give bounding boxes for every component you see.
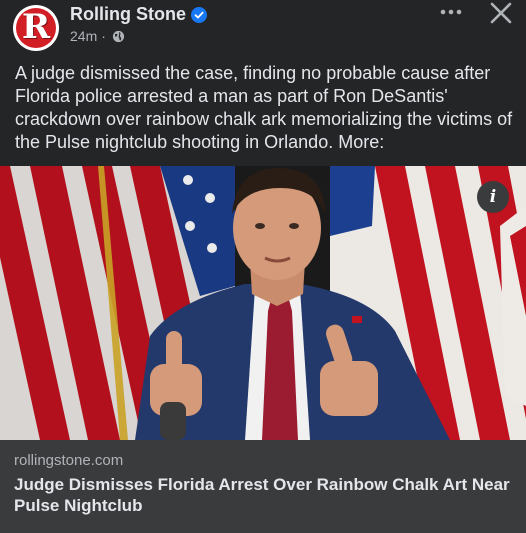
name-row: Rolling Stone xyxy=(70,4,207,25)
timestamp[interactable]: 24m xyxy=(70,28,97,44)
verified-badge-icon xyxy=(191,6,207,23)
close-button[interactable] xyxy=(484,0,518,26)
photo-illustration xyxy=(0,166,526,440)
info-icon: i xyxy=(489,187,497,207)
post-caption: A judge dismissed the case, finding no p… xyxy=(15,63,513,152)
meta-separator: · xyxy=(101,28,106,44)
link-title[interactable]: Judge Dismisses Florida Arrest Over Rain… xyxy=(14,474,514,516)
link-domain: rollingstone.com xyxy=(14,452,124,469)
post-meta: 24m · xyxy=(70,28,125,44)
logo-letter: R xyxy=(21,7,51,47)
more-dots-icon xyxy=(440,9,462,15)
rolling-stone-logo: R xyxy=(16,7,56,48)
post-photo[interactable] xyxy=(0,166,526,440)
page-avatar[interactable]: R xyxy=(13,5,59,51)
globe-icon xyxy=(112,30,124,42)
close-icon xyxy=(490,2,512,24)
link-preview-card[interactable]: rollingstone.com Judge Dismisses Florida… xyxy=(0,440,526,533)
page-name[interactable]: Rolling Stone xyxy=(70,4,186,25)
post-header: R Rolling Stone 24m · xyxy=(0,0,526,56)
more-options-button[interactable] xyxy=(434,0,468,24)
info-button[interactable]: i xyxy=(477,181,509,213)
